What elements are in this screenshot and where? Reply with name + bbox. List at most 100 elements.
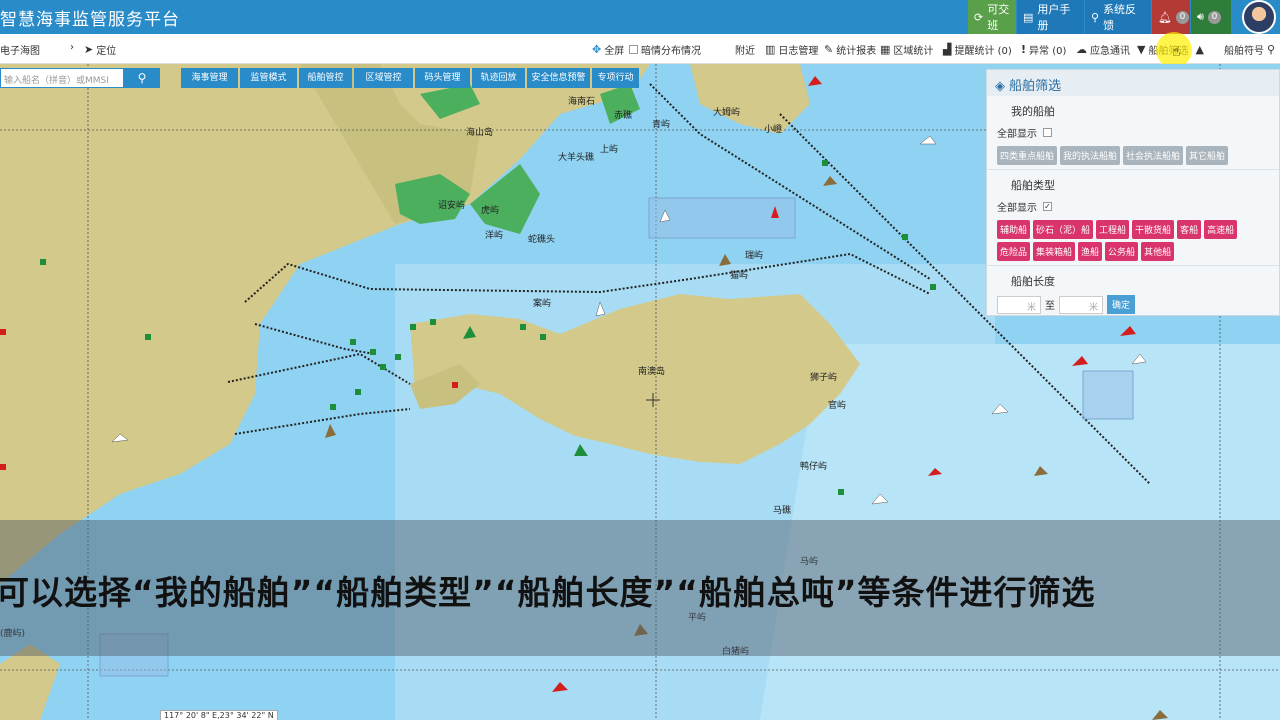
subtitle-text: 可以选择“我的船舶”“船舶类型”“船舶长度”“船舶总吨”等条件进行筛选 (0, 573, 1096, 612)
panel-title: 船舶筛选 (1009, 79, 1062, 94)
tab-dock-management[interactable]: 码头管理 (415, 68, 470, 88)
map-label: 小嶝 (764, 125, 783, 135)
tab-supervision-mode[interactable]: 监管模式 (240, 68, 297, 88)
to-label: 至 (1045, 301, 1055, 312)
sound-badge: 0 (1207, 10, 1221, 24)
tab-maritime-management[interactable]: 海事管理 (181, 68, 238, 88)
ship-symbol-icon: ▲ (1195, 43, 1204, 56)
function-tabs: 海事管理 监管模式 船舶管控 区域管控 码头管理 轨迹回放 安全信息预警 专项行… (181, 68, 639, 88)
alert-stats-label: 提醒统计 (0) (954, 46, 1012, 57)
handover-label: 可交班 (987, 3, 1010, 32)
map-label: 官屿 (828, 401, 847, 411)
tag-other-ships[interactable]: 其它船舶 (1186, 146, 1229, 165)
tab-special-action[interactable]: 专项行动 (592, 68, 639, 88)
tag-ship-type[interactable]: 干散货船 (1132, 220, 1175, 239)
ship-length-section: 船舶长度 米 至 米 确定 (987, 266, 1279, 318)
ship-symbol-label: 船舶符号 (1224, 46, 1264, 57)
filter-icon: ▼ (1137, 43, 1146, 56)
my-ships-title: 我的船舶 (1011, 105, 1055, 118)
tag-ship-type[interactable]: 砂石（泥）船 (1033, 220, 1094, 239)
ship-types-title: 船舶类型 (1011, 179, 1055, 192)
avatar[interactable] (1242, 0, 1276, 34)
notification-button[interactable]: 🔔︎ 0 (1152, 0, 1190, 34)
feedback-button[interactable]: ⚲ 系统反馈 (1085, 0, 1151, 34)
tab-safety-warning[interactable]: 安全信息预警 (527, 68, 590, 88)
length-min-input[interactable]: 米 (997, 295, 1041, 314)
tag-ship-type[interactable]: 辅助船 (997, 220, 1031, 239)
map-label: 虎屿 (481, 206, 500, 216)
book-icon: ▥ (765, 43, 776, 56)
map-label: 案屿 (533, 299, 552, 309)
my-ships-show-all-checkbox[interactable] (1043, 128, 1052, 137)
tag-ship-type[interactable]: 客船 (1177, 220, 1202, 239)
feedback-label: 系统反馈 (1103, 3, 1137, 32)
tag-ship-type[interactable]: 高速船 (1204, 220, 1238, 239)
user-manual-button[interactable]: ▤ 用户手册 (1017, 0, 1084, 34)
tag-ship-type[interactable]: 工程船 (1096, 220, 1130, 239)
pen-icon: ✎ (824, 43, 834, 56)
map-label: 海南石 (568, 97, 596, 107)
speaker-icon: 🔊︎ (1197, 10, 1204, 23)
locate-button[interactable]: ➤ 定位 (84, 42, 116, 57)
log-button[interactable]: ▥ 日志管理 (765, 42, 818, 57)
map-label: 猫屿 (730, 271, 749, 281)
book-icon: ▤ (1023, 10, 1034, 24)
sound-button[interactable]: 🔊︎ 0 (1191, 0, 1231, 34)
ship-types-section: 船舶类型 全部显示 ✓ 辅助船 砂石（泥）船 工程船 干散货船 客船 高速船 危… (987, 170, 1279, 266)
map-label: 上屿 (600, 145, 619, 155)
abnormal-button[interactable]: ! 异常 (0) (1021, 42, 1066, 57)
map-toolbar: 电子海图 › ➤ 定位 ✥ 全屏 暗情分布情况 附近 ▥ 日志管理 ✎ 统计报表 ▦ 区域… (0, 32, 1280, 68)
tag-ship-type[interactable]: 危险品 (997, 242, 1031, 261)
app-title: 智慧海事监管服务平台 (0, 10, 180, 30)
tag-ship-type[interactable]: 渔船 (1078, 242, 1103, 261)
grid-icon: ▦ (880, 43, 891, 56)
bell-icon: 🔔︎ (1158, 10, 1172, 24)
tag-ship-type[interactable]: 集装箱船 (1033, 242, 1076, 261)
map-label: 诏安屿 (438, 201, 466, 211)
ship-length-title: 船舶长度 (1011, 275, 1055, 288)
my-ships-show-all[interactable]: 全部显示 (997, 125, 1269, 140)
bell-badge: 0 (1175, 10, 1189, 24)
weather-toggle[interactable]: 暗情分布情况 (629, 42, 701, 57)
tag-my-enforcement[interactable]: 我的执法船舶 (1060, 146, 1121, 165)
tab-ship-control[interactable]: 船舶管控 (299, 68, 352, 88)
tab-track-replay[interactable]: 轨迹回放 (472, 68, 525, 88)
ship-search: 输入船名（拼音）或MMSI ⚲ (0, 68, 160, 88)
show-all-label: 全部显示 (997, 129, 1037, 140)
abnormal-label: 异常 (0) (1029, 46, 1067, 57)
length-max-input[interactable]: 米 (1059, 295, 1103, 314)
stats-report-button[interactable]: ✎ 统计报表 (824, 42, 876, 57)
ship-search-input[interactable]: 输入船名（拼音）或MMSI (0, 68, 124, 88)
tag-key-ships[interactable]: 四类重点船舶 (997, 146, 1058, 165)
emergency-button[interactable]: ☁ 应急通讯 (1076, 42, 1130, 57)
handover-button[interactable]: ⟳ 可交班 (968, 0, 1016, 34)
weather-checkbox[interactable] (629, 45, 638, 54)
exclamation-icon: ! (1021, 43, 1027, 56)
weather-label: 暗情分布情况 (641, 46, 701, 57)
fullscreen-label: 全屏 (604, 46, 625, 57)
navigate-icon: ➤ (84, 43, 94, 56)
tab-area-control[interactable]: 区域管控 (354, 68, 413, 88)
map-label: 鸭仔屿 (800, 462, 828, 472)
ship-symbol-button[interactable]: 船舶符号 ⚲ (1224, 42, 1275, 57)
map-label: 大姆屿 (713, 108, 741, 118)
ship-types-show-all[interactable]: 全部显示 ✓ (997, 199, 1269, 214)
tag-ship-type[interactable]: 其他船 (1141, 242, 1175, 261)
area-stats-button[interactable]: ▦ 区域统计 (880, 42, 933, 57)
nearby-button[interactable]: 附近 (735, 42, 755, 57)
ship-length-range: 米 至 米 确定 (997, 295, 1269, 314)
length-confirm-button[interactable]: 确定 (1107, 295, 1136, 314)
tag-social-enforcement[interactable]: 社会执法船舶 (1123, 146, 1184, 165)
chart-menu[interactable]: 电子海图 (0, 42, 40, 57)
panel-header: ◈ 船舶筛选 (987, 70, 1279, 96)
map-label: 狮子屿 (810, 373, 838, 383)
ship-types-show-all-checkbox[interactable]: ✓ (1043, 202, 1052, 211)
search-button[interactable]: ⚲ (124, 68, 160, 88)
fullscreen-button[interactable]: ✥ 全屏 (592, 42, 624, 57)
layers-icon: ◈ (995, 79, 1005, 94)
chart-label: 电子海图 (0, 46, 40, 57)
alert-stats-button[interactable]: ▟ 提醒统计 (0) (943, 42, 1012, 57)
coordinate-readout: 117° 20' 8" E,23° 34' 22" N (160, 710, 278, 720)
log-label: 日志管理 (778, 46, 819, 57)
tag-ship-type[interactable]: 公务船 (1105, 242, 1139, 261)
